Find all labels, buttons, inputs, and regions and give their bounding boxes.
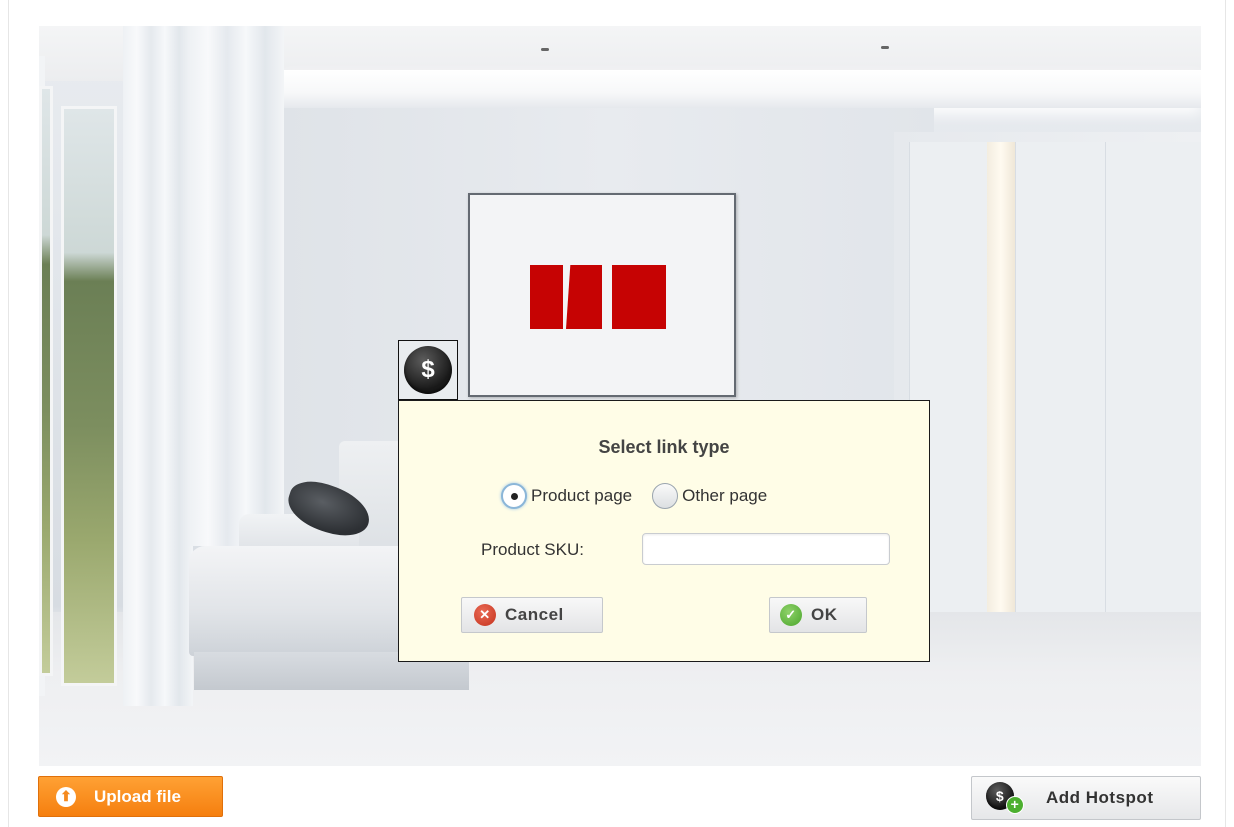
wall-panel (1105, 142, 1201, 612)
plus-icon: + (1006, 796, 1024, 814)
cancel-button[interactable]: ✕ Cancel (461, 597, 603, 633)
ceiling-spotlight (881, 46, 889, 49)
window-pane (61, 106, 117, 686)
upload-file-label: Upload file (94, 786, 181, 806)
ceiling-spotlight (541, 48, 549, 51)
add-hotspot-button[interactable]: $ + Add Hotspot (971, 776, 1201, 820)
ok-button[interactable]: ✓ OK (769, 597, 867, 633)
ok-button-label: OK (811, 605, 838, 624)
light-slot (987, 142, 1015, 612)
check-icon: ✓ (780, 604, 802, 626)
sku-input[interactable] (642, 533, 890, 565)
window (39, 56, 131, 696)
wall-painting (468, 193, 736, 397)
cancel-icon: ✕ (474, 604, 496, 626)
wall-panel (1015, 142, 1106, 612)
dollar-coin-icon: $ (404, 346, 452, 394)
radio-other-page-label[interactable]: Other page (682, 486, 767, 506)
add-hotspot-icon: $ + (986, 782, 1024, 814)
painting-red-block (612, 265, 666, 329)
window-pane (39, 86, 53, 676)
painting-red-block (566, 265, 602, 329)
link-type-options: Product page Other page (501, 483, 787, 509)
hotspot-marker[interactable]: $ (398, 340, 458, 400)
dialog-title: Select link type (598, 437, 730, 457)
add-hotspot-label: Add Hotspot (1046, 788, 1154, 807)
upload-file-button[interactable]: ⬆ Upload file (38, 776, 223, 817)
curtain (189, 26, 284, 546)
radio-other-page[interactable] (652, 483, 679, 509)
upload-arrow-icon: ⬆ (56, 786, 76, 807)
radio-dot (510, 492, 518, 500)
radio-product-page-label[interactable]: Product page (531, 486, 632, 506)
link-type-dialog: Select link type Product page Other page… (398, 400, 930, 662)
painting-red-block (530, 265, 563, 329)
curtain (123, 26, 193, 706)
cancel-button-label: Cancel (505, 605, 564, 624)
radio-product-page[interactable] (501, 483, 527, 509)
sku-label: Product SKU: (481, 540, 584, 559)
ceiling-light-cove (284, 70, 1201, 108)
